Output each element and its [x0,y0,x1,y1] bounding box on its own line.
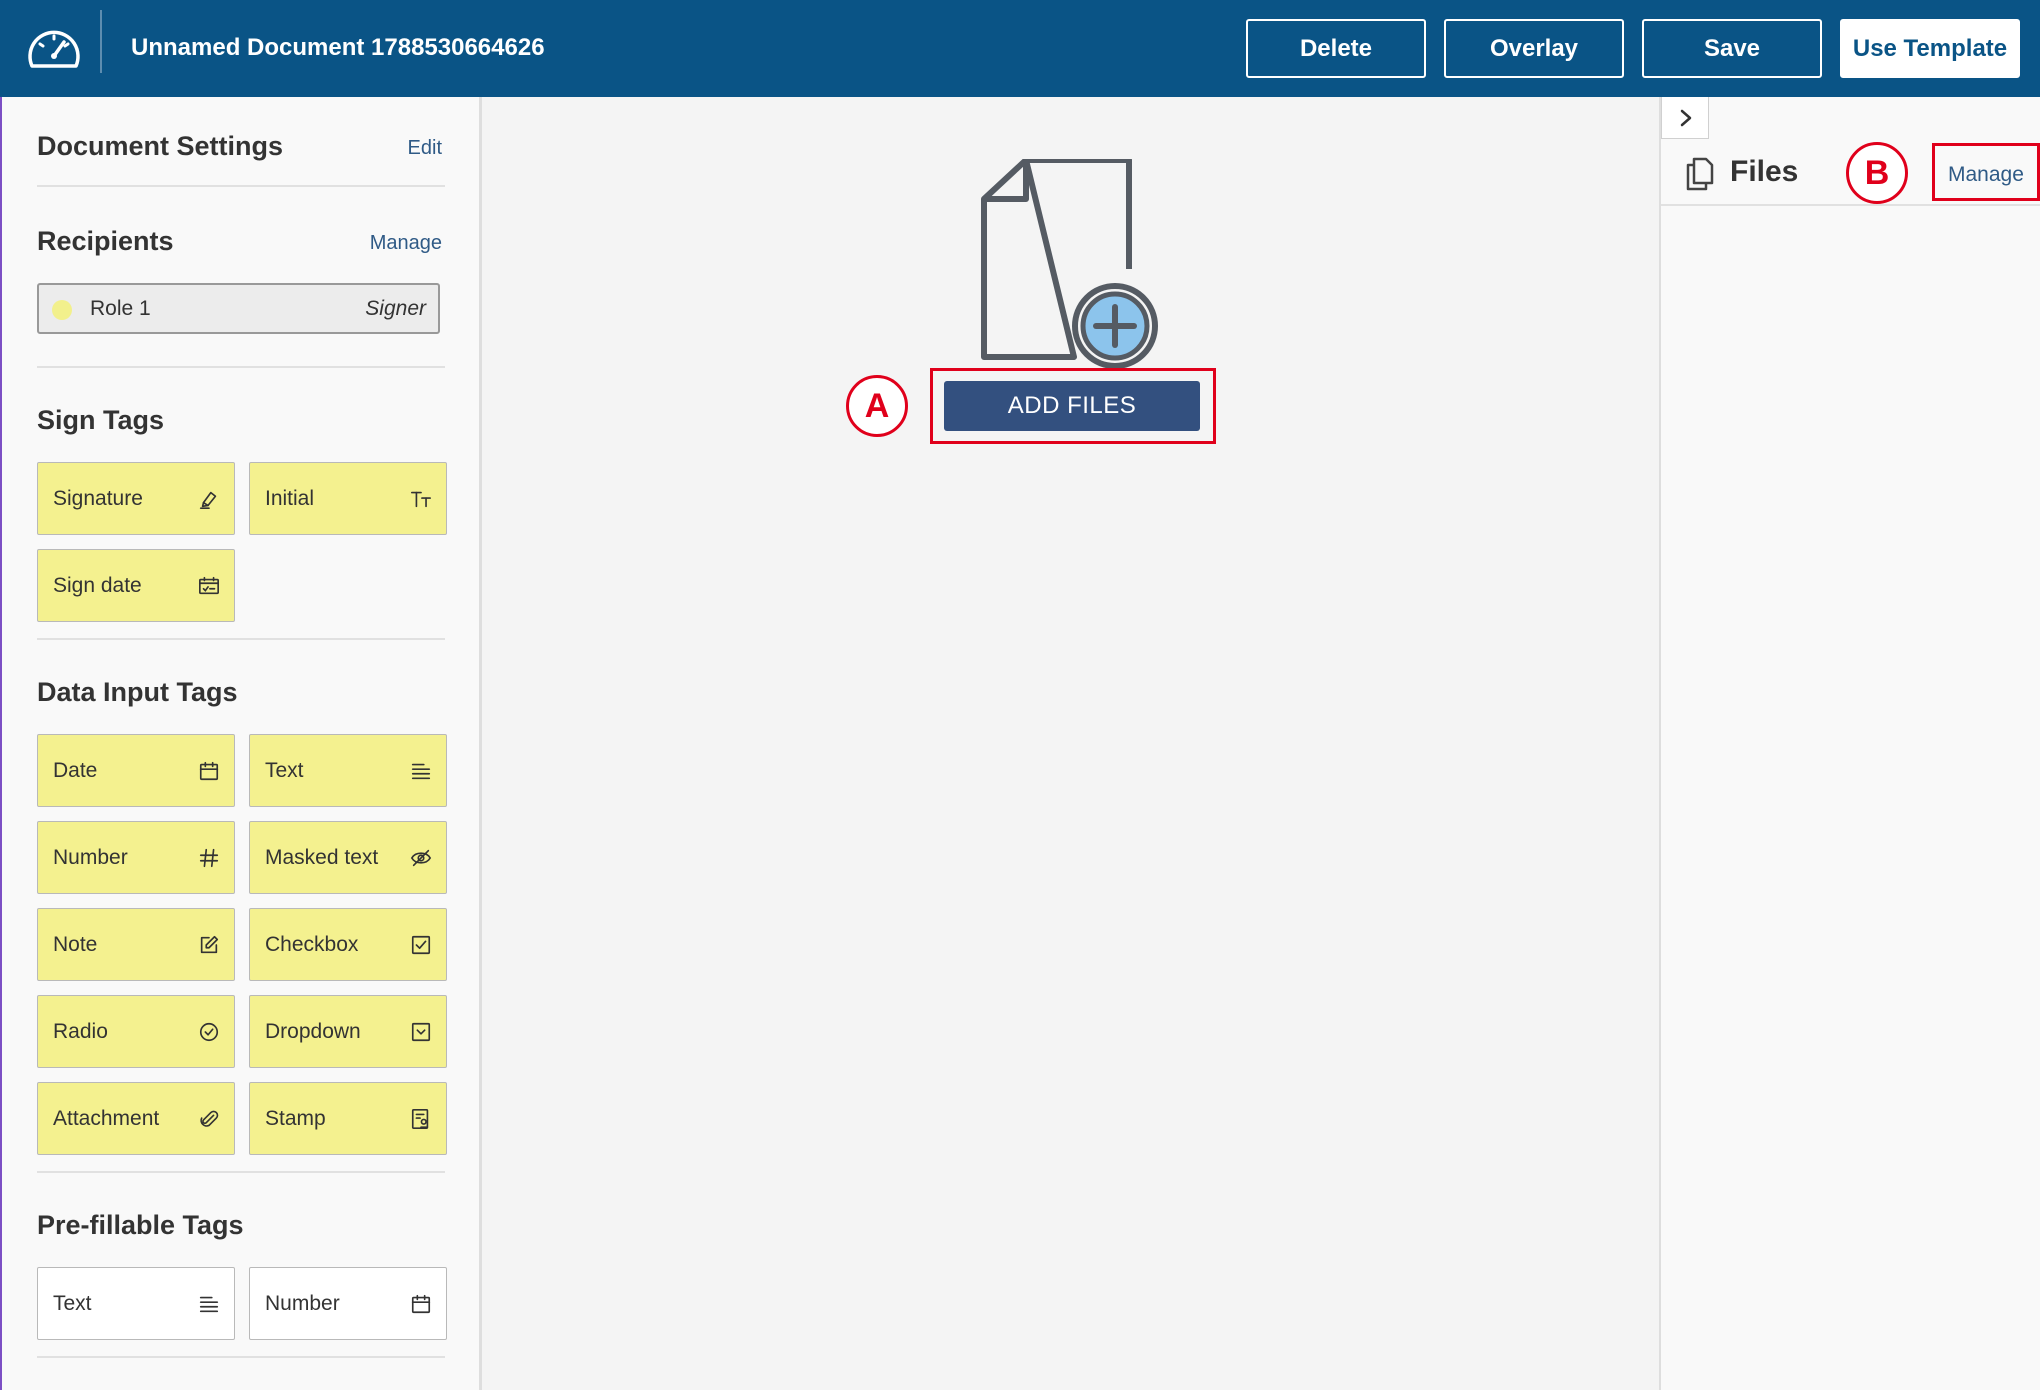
document-settings-title: Document Settings [37,131,284,161]
section-divider [37,638,445,640]
tag-radio[interactable]: Radio [37,995,235,1068]
tag-prefill-text[interactable]: Text [37,1267,235,1340]
tag-attachment[interactable]: Attachment [37,1082,235,1155]
tag-signature[interactable]: Signature [37,462,235,535]
section-divider [37,1356,445,1358]
section-divider [37,185,445,187]
recipients-manage-link[interactable]: Manage [370,232,442,255]
tag-label: Radio [53,1020,108,1043]
top-bar: Unnamed Document 1788530664626 Delete Ov… [0,0,2040,97]
document-title[interactable]: Unnamed Document 1788530664626 [131,34,545,62]
use-template-button[interactable]: Use Template [1840,19,2020,78]
note-edit-icon [198,934,220,956]
left-sidebar: Document Settings Edit Recipients Manage… [0,97,482,1390]
tag-text[interactable]: Text [249,734,447,807]
tag-label: Number [265,1292,340,1315]
checkbox-icon [410,934,432,956]
chevron-right-icon [1680,109,1692,127]
tag-label: Number [53,846,128,869]
dropdown-icon [410,1021,432,1043]
tag-label: Stamp [265,1107,326,1130]
tag-label: Initial [265,487,315,510]
eye-slash-icon [410,847,432,869]
overlay-button[interactable]: Overlay [1444,19,1624,78]
annotation-marker-a: A [846,375,908,437]
prefillable-tags-title: Pre-fillable Tags [37,1210,244,1240]
tag-label: Masked text [265,846,379,869]
tag-number[interactable]: Number [37,821,235,894]
save-button[interactable]: Save [1642,19,1822,78]
calendar-icon [410,1293,432,1315]
radio-check-icon [198,1021,220,1043]
document-settings-edit-link[interactable]: Edit [408,137,442,160]
section-divider [37,1171,445,1173]
sign-date-calendar-icon [198,575,220,597]
sidebar-edge [0,97,2,1390]
tag-dropdown[interactable]: Dropdown [249,995,447,1068]
tag-sign-date[interactable]: Sign date [37,549,235,622]
text-lines-icon [198,1293,220,1315]
files-divider [1661,204,2040,206]
tag-label: Sign date [53,574,142,597]
collapse-panel-button[interactable] [1661,97,1709,139]
files-title: Files [1730,155,1799,188]
hash-icon [198,847,220,869]
tag-initial[interactable]: Initial [249,462,447,535]
tag-masked-text[interactable]: Masked text [249,821,447,894]
delete-button[interactable]: Delete [1246,19,1426,78]
files-panel: Files B Manage [1659,97,2040,1390]
initial-text-icon [410,488,432,510]
document-canvas: A ADD FILES [482,97,1659,1390]
recipient-type: Signer [365,297,426,320]
tag-label: Attachment [53,1107,160,1130]
text-lines-icon [410,760,432,782]
data-input-tags-title: Data Input Tags [37,677,238,707]
signature-pen-icon [198,488,220,510]
header-divider [100,10,102,73]
stamp-icon [410,1108,432,1130]
sign-tags-title: Sign Tags [37,405,165,435]
tag-prefill-number[interactable]: Number [249,1267,447,1340]
tag-label: Note [53,933,98,956]
tag-stamp[interactable]: Stamp [249,1082,447,1155]
add-document-illustration-icon [981,159,1158,369]
tag-label: Checkbox [265,933,359,956]
tag-label: Text [53,1292,92,1315]
recipients-title: Recipients [37,226,174,256]
annotation-marker-b: B [1846,142,1908,204]
tag-label: Signature [53,487,143,510]
recipient-color-dot [52,300,72,320]
tag-note[interactable]: Note [37,908,235,981]
calendar-icon [198,760,220,782]
tag-label: Date [53,759,98,782]
speedometer-logo-icon[interactable] [26,22,82,78]
recipient-name: Role 1 [90,297,151,320]
tag-label: Dropdown [265,1020,361,1043]
files-manage-link[interactable]: Manage [1948,163,2024,187]
paperclip-icon [198,1108,220,1130]
section-divider [37,366,445,368]
tag-label: Text [265,759,304,782]
tag-date[interactable]: Date [37,734,235,807]
files-icon [1686,157,1714,191]
add-files-button[interactable]: ADD FILES [944,381,1200,431]
tag-checkbox[interactable]: Checkbox [249,908,447,981]
recipient-item[interactable]: Role 1 Signer [37,283,440,334]
